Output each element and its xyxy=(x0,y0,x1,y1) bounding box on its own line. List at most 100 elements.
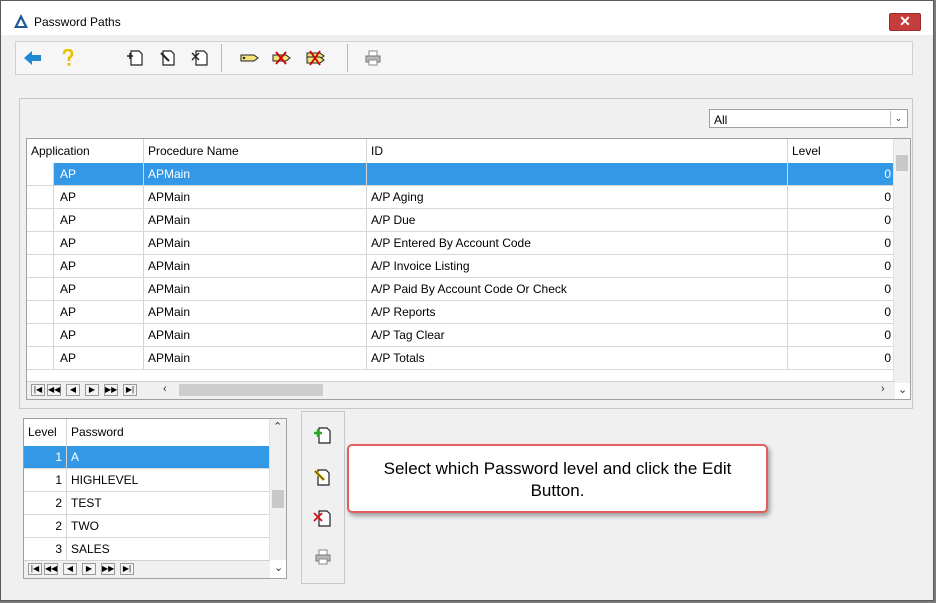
cell-application: AP xyxy=(54,255,144,277)
nav-prev-icon[interactable]: ◀ xyxy=(66,384,80,396)
print-button[interactable] xyxy=(362,47,384,69)
close-button[interactable]: ✕ xyxy=(889,13,921,31)
cell-password: SALES xyxy=(71,542,110,556)
table-row[interactable]: AP APMain A/P Entered By Account Code 0 xyxy=(27,232,895,255)
column-header-password[interactable]: Password xyxy=(67,419,270,446)
column-header-id[interactable]: ID xyxy=(367,139,788,163)
table-row[interactable]: 1 HIGHLEVEL xyxy=(24,469,270,492)
nav-last-icon[interactable]: ▶| xyxy=(120,563,134,575)
table-row[interactable]: 2 TWO xyxy=(24,515,270,538)
cell-password: TWO xyxy=(71,519,99,533)
table-row[interactable]: AP APMain A/P Paid By Account Code Or Chec… xyxy=(27,278,895,301)
horizontal-scroll-thumb[interactable] xyxy=(179,384,323,396)
back-arrow-icon xyxy=(24,51,41,65)
delete-password-button[interactable] xyxy=(312,507,334,529)
add-record-button[interactable] xyxy=(124,47,146,69)
cell-procedure-name: APMain xyxy=(144,301,367,323)
edit-record-icon xyxy=(160,50,175,66)
filter-dropdown[interactable]: All ⌄ xyxy=(709,109,908,128)
add-record-icon xyxy=(314,427,331,444)
table-row[interactable]: AP APMain A/P Due 0 xyxy=(27,209,895,232)
add-record-icon xyxy=(127,50,143,66)
nav-last-icon[interactable]: ▶| xyxy=(123,384,137,396)
scroll-right-icon[interactable]: › xyxy=(881,383,885,395)
instruction-callout: Select which Password level and click th… xyxy=(347,444,768,513)
cell-level: 1 xyxy=(24,469,67,491)
column-header-procedure-name[interactable]: Procedure Name xyxy=(144,139,367,163)
toolbar xyxy=(15,41,913,75)
nav-prev-page-icon[interactable]: ◀◀ xyxy=(47,384,61,396)
app-logo-icon xyxy=(14,14,28,28)
nav-prev-icon[interactable]: ◀ xyxy=(63,563,77,575)
nav-next-page-icon[interactable]: ▶▶ xyxy=(101,563,115,575)
cell-procedure-name: APMain xyxy=(144,209,367,231)
help-icon xyxy=(62,49,74,66)
column-header-level[interactable]: Level xyxy=(788,139,895,163)
cell-id: A/P Invoice Listing xyxy=(367,255,788,277)
table-row[interactable]: AP APMain 0 xyxy=(27,163,895,186)
column-header-application[interactable]: Application xyxy=(27,139,144,163)
cell-id: A/P Totals xyxy=(367,347,788,369)
row-indicator xyxy=(27,186,54,208)
nav-prev-page-icon[interactable]: ◀◀ xyxy=(44,563,58,575)
cell-procedure-name: APMain xyxy=(144,232,367,254)
cell-application: AP xyxy=(54,278,144,300)
cell-password: A xyxy=(67,446,270,468)
row-indicator xyxy=(27,232,54,254)
table-row[interactable]: 1A xyxy=(24,446,270,469)
cell-procedure-name: APMain xyxy=(144,324,367,346)
scroll-thumb[interactable] xyxy=(896,155,908,171)
table-row[interactable]: AP APMain A/P Reports 0 xyxy=(27,301,895,324)
nav-next-icon[interactable]: ▶ xyxy=(85,384,99,396)
grid-header: Application Procedure Name ID Level xyxy=(27,139,895,164)
clear-tags-button[interactable] xyxy=(304,47,326,69)
edit-password-button[interactable] xyxy=(312,466,334,488)
procedure-grid: Application Procedure Name ID Level AP AP… xyxy=(26,138,911,400)
nav-next-icon[interactable]: ▶ xyxy=(82,563,96,575)
nav-next-page-icon[interactable]: ▶▶ xyxy=(104,384,118,396)
toolbar-separator xyxy=(221,44,222,72)
table-row[interactable]: AP APMain A/P Invoice Listing 0 xyxy=(27,255,895,278)
scroll-down-icon[interactable]: ⌄ xyxy=(274,561,283,574)
edit-record-button[interactable] xyxy=(157,47,179,69)
cell-application: AP xyxy=(54,209,144,231)
row-indicator xyxy=(27,278,54,300)
scroll-up-icon[interactable]: ⌃ xyxy=(273,420,282,433)
column-header-level[interactable]: Level xyxy=(24,419,67,446)
password-actions-panel xyxy=(301,411,345,584)
scroll-left-icon[interactable]: ‹ xyxy=(163,383,167,395)
cell-level: 3 xyxy=(24,538,67,560)
table-row[interactable]: 3 SALES xyxy=(24,538,270,561)
grid-vertical-scrollbar[interactable] xyxy=(893,139,910,383)
print-password-button[interactable] xyxy=(312,546,334,568)
help-button[interactable] xyxy=(57,47,79,69)
table-row[interactable]: 2 TEST xyxy=(24,492,270,515)
tag-button[interactable] xyxy=(238,47,260,69)
row-indicator xyxy=(27,324,54,346)
cell-procedure-name: APMain xyxy=(144,347,367,369)
table-row[interactable]: AP APMain A/P Tag Clear 0 xyxy=(27,324,895,347)
row-indicator xyxy=(27,209,54,231)
untag-button[interactable] xyxy=(270,47,292,69)
chevron-down-icon[interactable]: ⌄ xyxy=(890,111,906,126)
table-row[interactable]: AP APMain A/P Totals 0 xyxy=(27,347,895,370)
back-button[interactable] xyxy=(22,47,44,69)
scroll-thumb[interactable] xyxy=(272,490,284,508)
row-indicator xyxy=(27,301,54,323)
cell-id: A/P Reports xyxy=(367,301,788,323)
delete-record-icon xyxy=(313,510,331,527)
cell-level: 1 xyxy=(24,446,67,468)
toolbar-separator xyxy=(347,44,348,72)
row-indicator xyxy=(27,255,54,277)
nav-first-icon[interactable]: |◀ xyxy=(31,384,45,396)
nav-first-icon[interactable]: |◀ xyxy=(28,563,42,575)
cell-level: 0 xyxy=(884,259,891,273)
grid-navigator: |◀ ◀◀ ◀ ▶ ▶▶ ▶| xyxy=(24,560,270,578)
grid-navigator: |◀ ◀◀ ◀ ▶ ▶▶ ▶| ‹ › xyxy=(27,381,895,399)
add-password-button[interactable] xyxy=(312,424,334,446)
delete-record-button[interactable] xyxy=(189,47,211,69)
cell-application: AP xyxy=(54,163,144,185)
table-row[interactable]: AP APMain A/P Aging 0 xyxy=(27,186,895,209)
grid-vertical-scrollbar[interactable]: ⌃ xyxy=(269,419,286,560)
scroll-down-icon[interactable]: ⌄ xyxy=(898,383,907,396)
